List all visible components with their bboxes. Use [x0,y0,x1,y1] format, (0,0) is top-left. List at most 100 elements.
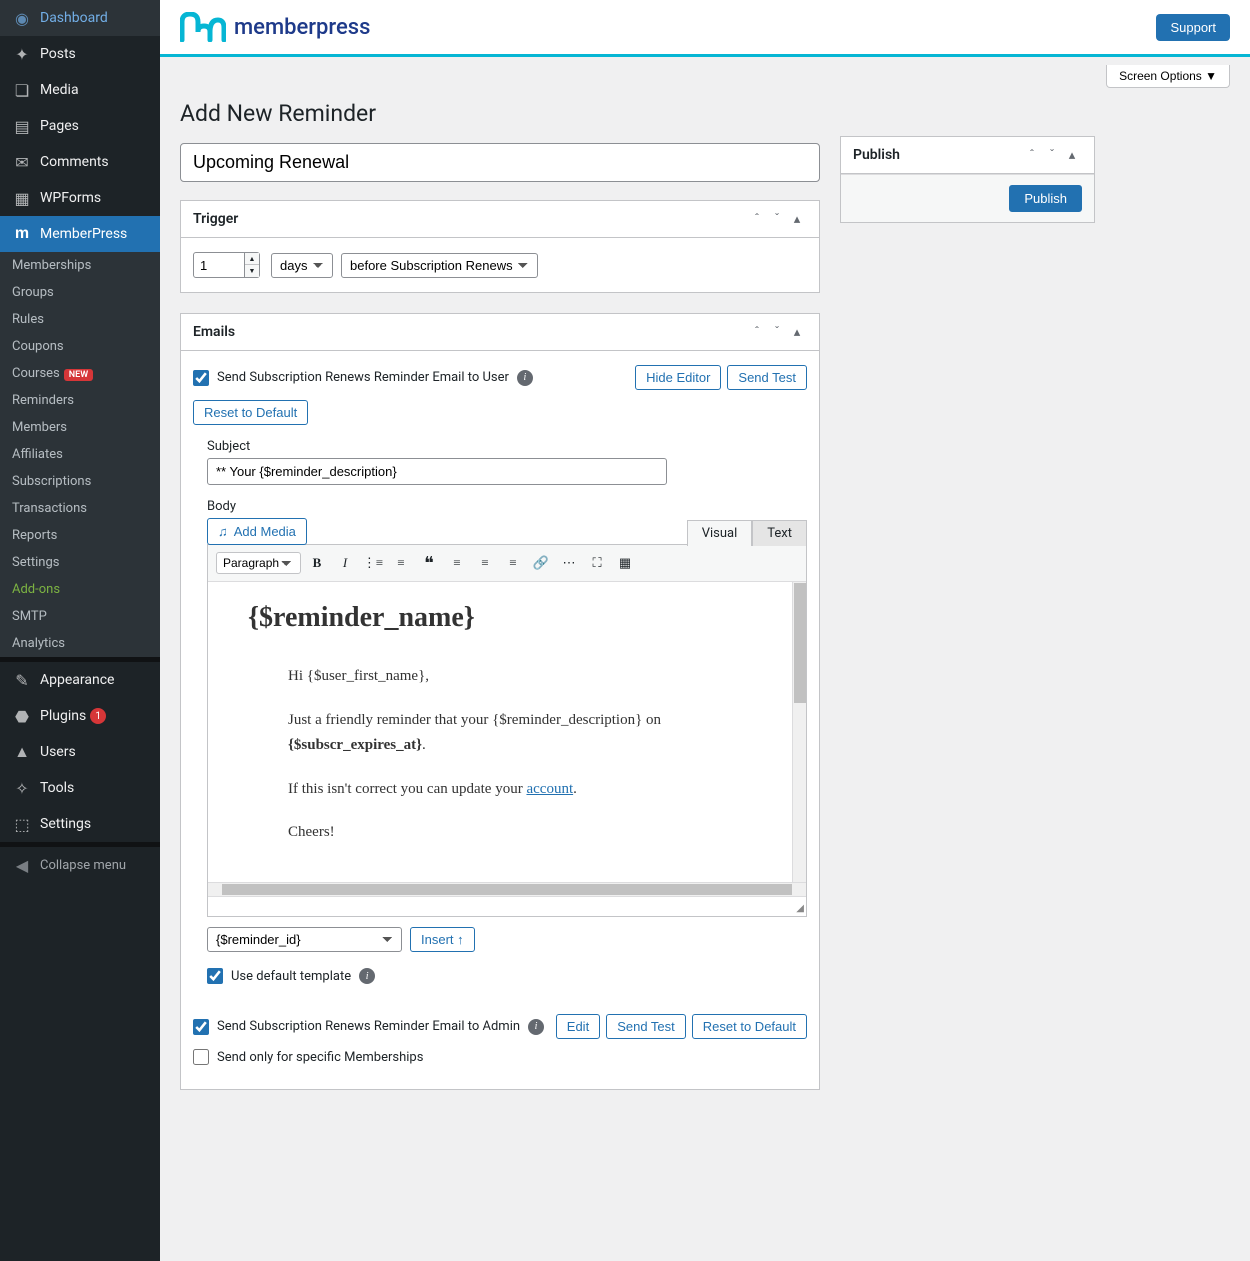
editor-toolbar: Paragraph B I ⋮≡ ≡ ❝ ≡ ≡ ≡ 🔗 [208,545,806,582]
reminder-title-input[interactable] [180,143,820,182]
ul-button[interactable]: ⋮≡ [361,551,385,575]
tab-text[interactable]: Text [752,520,807,546]
toggle-icon[interactable]: ▴ [787,325,807,340]
menu-media[interactable]: ❏Media [0,72,160,108]
page-title: Add New Reminder [180,88,820,143]
info-icon[interactable]: i [517,370,533,386]
submenu-analytics[interactable]: Analytics [0,630,160,657]
trigger-number-input[interactable] [193,252,245,278]
send-admin-email-label: Send Subscription Renews Reminder Email … [217,1019,520,1034]
submenu-reminders[interactable]: Reminders [0,387,160,414]
quote-button[interactable]: ❝ [417,551,441,575]
menu-memberpress[interactable]: mMemberPress [0,216,160,252]
use-default-template-checkbox[interactable] [207,968,223,984]
support-button[interactable]: Support [1156,14,1230,41]
menu-tools[interactable]: ✧Tools [0,770,160,806]
move-up-icon[interactable]: ˆ [747,212,767,227]
topbar: memberpress Support [160,0,1250,57]
add-media-button[interactable]: ♫Add Media [207,518,307,545]
submenu-courses[interactable]: CoursesNEW [0,360,160,387]
submenu-groups[interactable]: Groups [0,279,160,306]
move-down-icon[interactable]: ˇ [767,325,787,340]
send-test-admin-button[interactable]: Send Test [606,1014,686,1039]
menu-posts[interactable]: ✦Posts [0,36,160,72]
bold-button[interactable]: B [305,551,329,575]
send-admin-email-checkbox[interactable] [193,1019,209,1035]
send-test-button[interactable]: Send Test [727,365,807,390]
send-user-email-label: Send Subscription Renews Reminder Email … [217,370,509,385]
menu-dashboard[interactable]: ◉Dashboard [0,0,160,36]
hide-editor-button[interactable]: Hide Editor [635,365,721,390]
spinner-down[interactable]: ▼ [245,265,259,277]
editor-body[interactable]: {$reminder_name} Hi {$user_first_name}, … [208,582,806,882]
move-up-icon[interactable]: ˆ [1022,148,1042,163]
spinner-up[interactable]: ▲ [245,253,259,265]
align-left-button[interactable]: ≡ [445,551,469,575]
plugin-update-count: 1 [90,708,106,724]
more-button[interactable]: ⋯ [557,551,581,575]
edit-button[interactable]: Edit [556,1014,600,1039]
email-account-line: If this isn't correct you can update you… [288,777,766,803]
tab-visual[interactable]: Visual [687,520,753,546]
submenu-addons[interactable]: Add-ons [0,576,160,603]
submenu-subscriptions[interactable]: Subscriptions [0,468,160,495]
vertical-scrollbar[interactable] [792,582,806,885]
move-up-icon[interactable]: ˆ [747,325,767,340]
menu-settings[interactable]: ⬚Settings [0,806,160,842]
toolbar-toggle-button[interactable]: ▦ [613,551,637,575]
submenu-settings[interactable]: Settings [0,549,160,576]
appearance-icon: ✎ [12,670,32,690]
menu-plugins[interactable]: ⬣Plugins1 [0,698,160,734]
emails-heading: Emails [193,324,747,340]
menu-users[interactable]: ▲Users [0,734,160,770]
format-select[interactable]: Paragraph [216,552,301,574]
submenu-transactions[interactable]: Transactions [0,495,160,522]
send-user-email-checkbox[interactable] [193,370,209,386]
email-heading: {$reminder_name} [248,602,766,634]
italic-button[interactable]: I [333,551,357,575]
info-icon[interactable]: i [359,968,375,984]
specific-memberships-checkbox[interactable] [193,1049,209,1065]
insert-variable-select[interactable]: {$reminder_id} [207,927,402,952]
screen-options-button[interactable]: Screen Options ▼ [1106,65,1230,88]
align-right-button[interactable]: ≡ [501,551,525,575]
reset-default-admin-button[interactable]: Reset to Default [692,1014,807,1039]
submenu-reports[interactable]: Reports [0,522,160,549]
submenu-coupons[interactable]: Coupons [0,333,160,360]
resize-handle[interactable]: ◢ [796,903,804,914]
account-link[interactable]: account [526,781,573,797]
submenu-rules[interactable]: Rules [0,306,160,333]
menu-wpforms[interactable]: ▦WPForms [0,180,160,216]
trigger-event-select[interactable]: before Subscription Renews [341,253,538,278]
horizontal-scrollbar[interactable] [208,882,806,896]
submenu-affiliates[interactable]: Affiliates [0,441,160,468]
menu-appearance[interactable]: ✎Appearance [0,662,160,698]
submenu-members[interactable]: Members [0,414,160,441]
publish-button[interactable]: Publish [1009,185,1082,212]
publish-postbox: Publish ˆ ˇ ▴ Publish [840,136,1095,223]
link-button[interactable]: 🔗 [529,551,553,575]
move-down-icon[interactable]: ˇ [767,212,787,227]
pages-icon: ▤ [12,116,32,136]
ol-button[interactable]: ≡ [389,551,413,575]
subject-input[interactable] [207,458,667,485]
align-center-button[interactable]: ≡ [473,551,497,575]
menu-pages[interactable]: ▤Pages [0,108,160,144]
insert-button[interactable]: Insert ↑ [410,927,475,952]
info-icon[interactable]: i [528,1019,544,1035]
emails-postbox: Emails ˆ ˇ ▴ Send Subscription Renews Re… [180,313,820,1090]
submenu-memberships[interactable]: Memberships [0,252,160,279]
menu-comments[interactable]: ✉Comments [0,144,160,180]
toggle-icon[interactable]: ▴ [1062,148,1082,163]
email-greeting: Hi {$user_first_name}, [288,664,766,690]
trigger-unit-select[interactable]: days [271,253,333,278]
fullscreen-button[interactable]: ⛶ [585,551,609,575]
wpforms-icon: ▦ [12,188,32,208]
toggle-icon[interactable]: ▴ [787,212,807,227]
reset-default-button[interactable]: Reset to Default [193,400,308,425]
move-down-icon[interactable]: ˇ [1042,148,1062,163]
use-default-template-label: Use default template [231,969,351,984]
memberpress-icon: m [12,224,32,244]
collapse-menu[interactable]: ◀Collapse menu [0,847,160,883]
submenu-smtp[interactable]: SMTP [0,603,160,630]
